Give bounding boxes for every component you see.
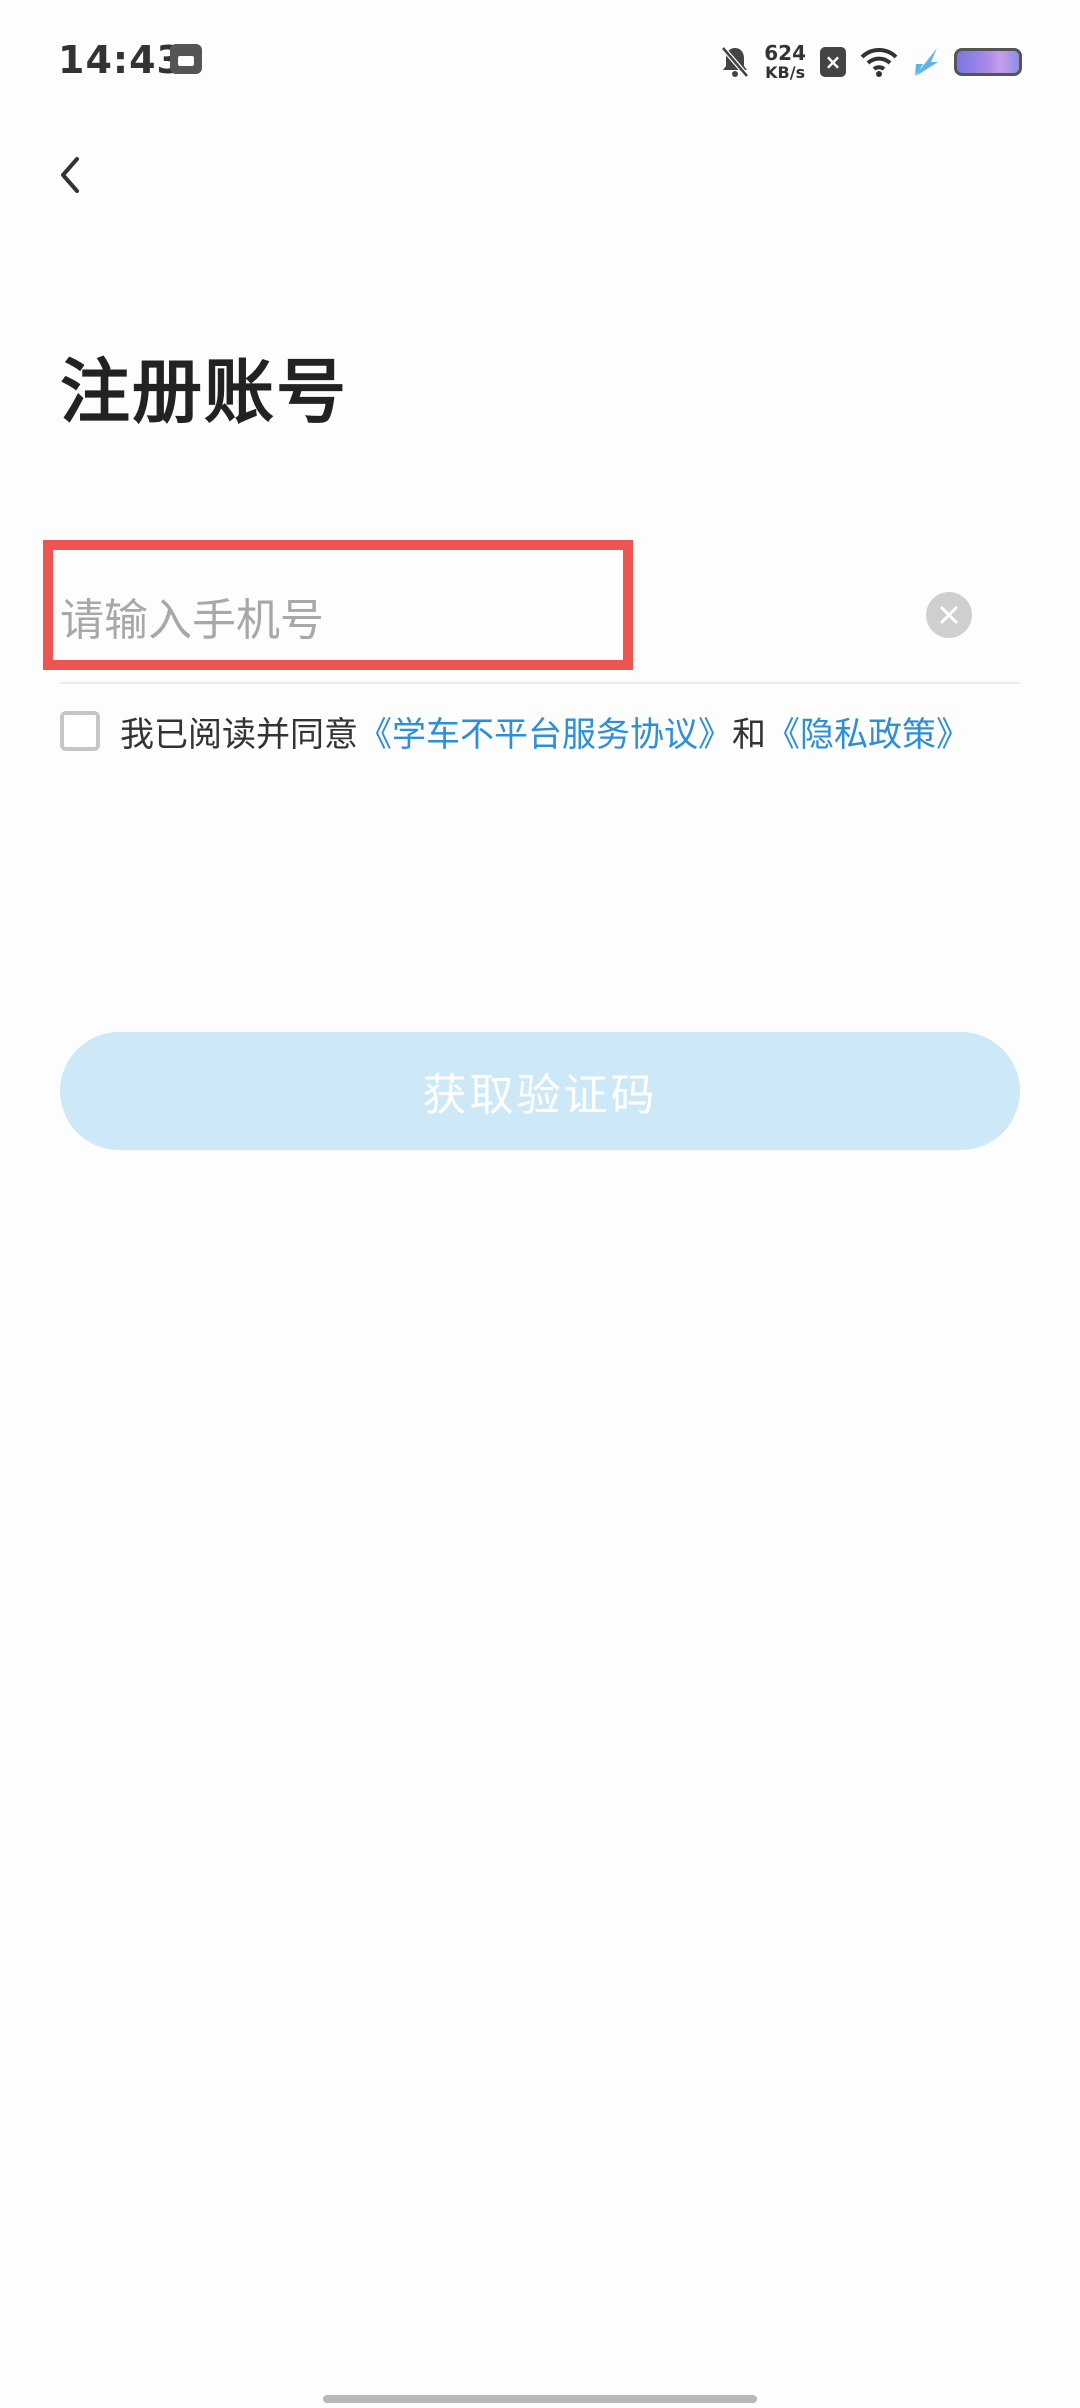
- privacy-policy-link[interactable]: 《隐私政策》: [766, 707, 970, 756]
- net-speed: 624 KB/s: [764, 43, 806, 81]
- mute-icon: [720, 45, 750, 79]
- page-title: 注册账号: [60, 351, 348, 433]
- wifi-icon: [860, 47, 898, 77]
- clear-circle-icon: [940, 606, 958, 624]
- agreement-prefix: 我已阅读并同意: [120, 714, 358, 755]
- calendar-app-icon: [170, 44, 202, 74]
- bolt-icon: [912, 46, 940, 78]
- agreement-row: 我已阅读并同意 《学车不平台服务协议》 和 《隐私政策》: [60, 695, 970, 767]
- status-bar: 14:43 624 KB/s ×: [0, 0, 1080, 130]
- chevron-left-icon: [61, 157, 79, 193]
- phone-input[interactable]: [60, 570, 920, 670]
- status-icons: 624 KB/s ×: [720, 40, 1022, 84]
- status-time: 14:43: [58, 38, 184, 82]
- clear-button[interactable]: [926, 592, 972, 638]
- phone-field: [60, 570, 1020, 684]
- back-button[interactable]: [40, 145, 100, 205]
- net-speed-value: 624: [764, 41, 806, 65]
- x-icon: ×: [820, 47, 846, 77]
- get-code-button[interactable]: 获取验证码: [60, 1032, 1020, 1150]
- home-indicator[interactable]: [323, 2395, 757, 2403]
- battery-icon: [954, 48, 1022, 76]
- agree-checkbox[interactable]: [60, 711, 100, 751]
- service-agreement-link[interactable]: 《学车不平台服务协议》: [358, 707, 732, 756]
- net-speed-unit: KB/s: [765, 63, 806, 82]
- agreement-conjunction: 和: [732, 714, 766, 755]
